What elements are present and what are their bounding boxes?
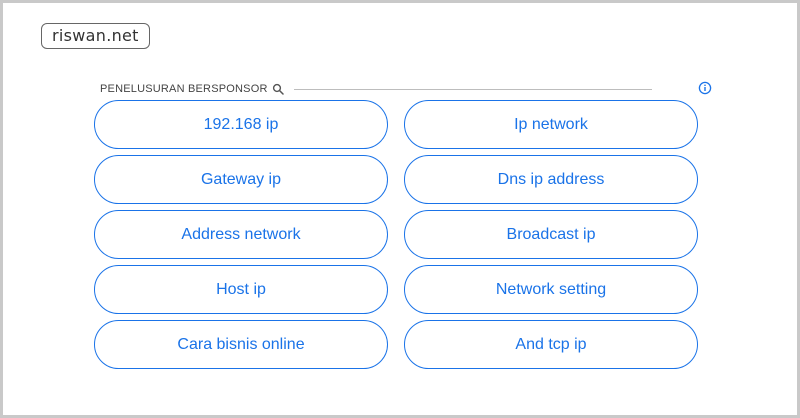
- site-logo[interactable]: riswan.net: [41, 23, 150, 49]
- sponsored-search-label: PENELUSURAN BERSPONSOR: [100, 83, 268, 95]
- header-divider: [293, 88, 652, 90]
- sponsored-link-button[interactable]: Gateway ip: [94, 155, 388, 204]
- sponsored-link-button[interactable]: 192.168 ip: [94, 100, 388, 149]
- sponsored-link-button[interactable]: Network setting: [404, 265, 698, 314]
- sponsored-link-button[interactable]: Host ip: [94, 265, 388, 314]
- magnifier-icon: [272, 83, 284, 95]
- sponsored-link-button[interactable]: Broadcast ip: [404, 210, 698, 259]
- sponsored-link-button[interactable]: Ip network: [404, 100, 698, 149]
- sponsored-link-button[interactable]: And tcp ip: [404, 320, 698, 369]
- sponsored-link-button[interactable]: Dns ip address: [404, 155, 698, 204]
- sponsored-link-button[interactable]: Address network: [94, 210, 388, 259]
- sponsored-links-grid: 192.168 ip Ip network Gateway ip Dns ip …: [94, 100, 699, 369]
- sponsored-link-button[interactable]: Cara bisnis online: [94, 320, 388, 369]
- sponsored-search-header: PENELUSURAN BERSPONSOR: [100, 80, 660, 98]
- info-icon[interactable]: [698, 81, 712, 95]
